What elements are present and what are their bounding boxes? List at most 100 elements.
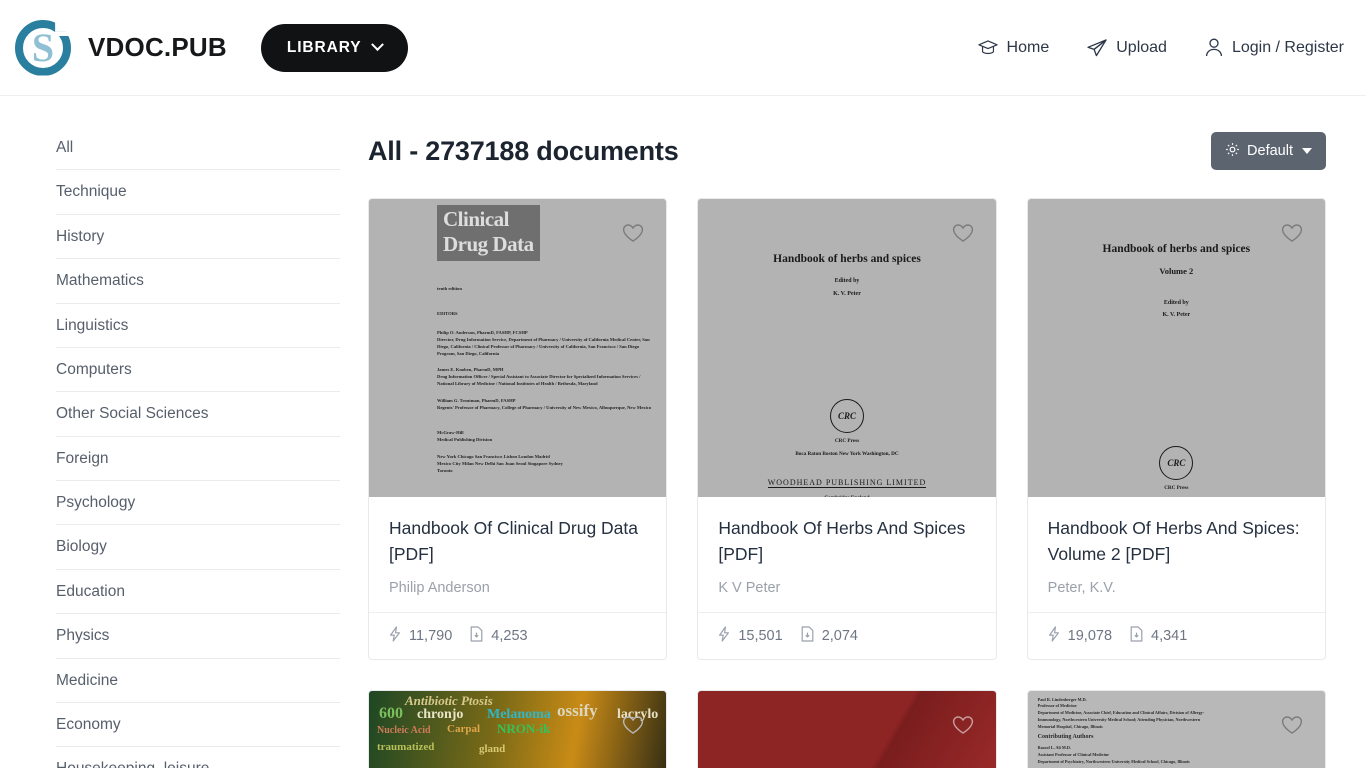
site-header: S VDOC.PUB LIBRARY Home Upload Login / R…	[0, 0, 1366, 96]
thumb-editor: K. V. Peter	[833, 291, 861, 298]
document-stats: 11,790 4,253	[369, 611, 667, 659]
page-layout: All Technique History Mathematics Lingui…	[0, 96, 1366, 768]
file-download-icon	[1130, 625, 1143, 646]
document-card[interactable]: Handbook of herbs and spices Volume 2 Ed…	[1026, 198, 1326, 660]
sidebar-item-all[interactable]: All	[56, 132, 340, 171]
favorite-heart-icon[interactable]	[622, 223, 644, 248]
thumb-band-line2: Drug Data	[443, 231, 534, 256]
thumb-editor2: James E. Knoben, PharmD, MPH	[437, 367, 504, 373]
document-grid-row2: Antibiotic Ptosis 600 chronjo Melanoma o…	[368, 689, 1326, 768]
nav-label-upload: Upload	[1116, 38, 1167, 56]
document-card[interactable]: Paul R. Lindenberger M.D. Professor of M…	[1026, 689, 1326, 768]
nav-label-login-register: Login / Register	[1231, 38, 1344, 56]
category-sidebar: All Technique History Mathematics Lingui…	[0, 96, 340, 768]
thumb-crc-line1: CRC Press	[834, 437, 860, 444]
document-author: Philip Anderson	[389, 579, 490, 596]
sidebar-item-economy[interactable]: Economy	[56, 703, 340, 748]
downloads-stat: 4,341	[1130, 625, 1188, 646]
sidebar-item-mathematics[interactable]: Mathematics	[56, 259, 340, 304]
document-title[interactable]: Handbook Of Herbs And Spices: Volume 2 […	[1048, 515, 1305, 568]
sidebar-item-history[interactable]: History	[56, 215, 340, 260]
sidebar-item-computers[interactable]: Computers	[56, 348, 340, 393]
views-count: 19,078	[1067, 627, 1113, 644]
document-stats: 15,501 2,074	[698, 611, 996, 659]
favorite-heart-icon[interactable]	[952, 223, 974, 248]
favorite-heart-icon[interactable]	[1281, 715, 1303, 740]
brand-logo[interactable]: S VDOC.PUB	[12, 17, 227, 79]
paper-plane-icon	[1087, 38, 1107, 57]
downloads-stat: 4,253	[470, 625, 528, 646]
sidebar-item-linguistics[interactable]: Linguistics	[56, 304, 340, 348]
document-title[interactable]: Handbook Of Clinical Drug Data [PDF]	[389, 515, 646, 568]
document-grid: Clinical Drug Data tenth edition EDITORS…	[368, 198, 1326, 660]
document-card[interactable]: Handbook of herbs and spices Edited by K…	[697, 198, 997, 660]
nav-item-upload[interactable]: Upload	[1087, 39, 1167, 57]
thumb-band-line1: Clinical	[443, 207, 510, 231]
lightning-bolt-icon	[389, 625, 401, 646]
sidebar-item-physics[interactable]: Physics	[56, 614, 340, 659]
thumb-line: Professor of Medicine	[1037, 703, 1077, 709]
page-title: All - 2737188 documents	[368, 135, 679, 166]
thumb-editor1: Philip O. Anderson, PharmD, FASHP, FCSHP	[437, 329, 528, 335]
thumb-line: Assistant Professor of Clinical Medicine	[1037, 751, 1109, 757]
thumb-edited-by: Edited by	[1163, 300, 1189, 306]
thumb-publisher-division: Medical Publishing Division	[437, 436, 493, 442]
vdoc-logo-icon: S	[12, 17, 74, 79]
thumb-editor3: William G. Troutman, PharmD, FASHP	[437, 397, 516, 403]
thumb-editors-label: EDITORS	[437, 310, 458, 316]
sidebar-item-education[interactable]: Education	[56, 570, 340, 615]
brand-name: VDOC.PUB	[88, 32, 227, 62]
document-card[interactable]: Clinical Drug Data tenth edition EDITORS…	[368, 198, 668, 660]
document-card[interactable]: Antibiotic Ptosis 600 chronjo Melanoma o…	[368, 689, 668, 768]
document-thumbnail: Handbook of herbs and spices Volume 2 Ed…	[1027, 199, 1325, 497]
sidebar-item-foreign[interactable]: Foreign	[56, 437, 340, 481]
nav-label-home: Home	[1006, 38, 1050, 56]
logo-letter: S	[31, 24, 55, 70]
nav-item-login-register[interactable]: Login / Register	[1205, 38, 1344, 57]
document-card-body: Handbook Of Herbs And Spices: Volume 2 […	[1028, 497, 1325, 612]
favorite-heart-icon[interactable]	[1281, 223, 1303, 248]
thumb-line: Immunology, Northwestern University Medi…	[1037, 717, 1201, 723]
downloads-count: 4,341	[1151, 627, 1188, 644]
thumb-editor1-lines: Director, Drug Information Service, Depa…	[437, 336, 650, 357]
lightning-bolt-icon	[1048, 625, 1060, 646]
collage-word: NRON-ik	[497, 720, 551, 736]
thumb-editor3-lines: Regents' Professor of Pharmacy, College …	[437, 404, 652, 410]
thumb-title: Handbook of herbs and spices	[1102, 243, 1251, 255]
thumb-cities3: Toronto	[437, 468, 453, 474]
user-icon	[1205, 38, 1223, 57]
favorite-heart-icon[interactable]	[622, 715, 644, 740]
document-stats: 19,078 4,341	[1027, 611, 1325, 659]
chevron-down-icon	[371, 38, 385, 52]
document-author: Peter, K.V.	[1047, 579, 1116, 596]
file-download-icon	[470, 625, 483, 646]
document-card-body: Handbook Of Clinical Drug Data [PDF] Phi…	[369, 497, 666, 612]
crc-logo-icon: CRC	[829, 398, 864, 433]
main-content: All - 2737188 documents Default Clinical…	[340, 96, 1342, 768]
sidebar-item-psychology[interactable]: Psychology	[56, 481, 340, 526]
main-header-row: All - 2737188 documents Default	[368, 132, 1326, 170]
thumb-edition: tenth edition	[437, 285, 462, 291]
sidebar-item-housekeeping-leisure[interactable]: Housekeeping, leisure	[56, 747, 340, 768]
thumb-crc-line2: Boca Raton Boston New York Washington, D…	[795, 450, 899, 457]
document-card-body: Handbook Of Herbs And Spices [PDF] K V P…	[698, 497, 995, 612]
nav-item-home[interactable]: Home	[977, 38, 1050, 57]
crc-logo-icon: CRC	[1159, 445, 1194, 480]
library-button[interactable]: LIBRARY	[260, 23, 409, 72]
document-thumbnail: Handbook of herbs and spices Edited by K…	[698, 199, 996, 497]
document-thumbnail: Antibiotic Ptosis 600 chronjo Melanoma o…	[369, 690, 667, 768]
sort-default-button[interactable]: Default	[1211, 132, 1326, 170]
document-title[interactable]: Handbook Of Herbs And Spices [PDF]	[718, 515, 975, 568]
document-card[interactable]	[697, 689, 997, 768]
thumb-line: Rasool L. Ali M.D.	[1037, 745, 1071, 750]
views-stat: 15,501	[718, 625, 783, 646]
thumb-woodhead-sub: Cambridge England	[712, 494, 981, 497]
downloads-count: 4,253	[491, 627, 528, 644]
thumb-volume: Volume 2	[1159, 266, 1194, 276]
sidebar-item-other-social-sciences[interactable]: Other Social Sciences	[56, 392, 340, 437]
sidebar-item-medicine[interactable]: Medicine	[56, 659, 340, 703]
sidebar-item-technique[interactable]: Technique	[56, 170, 340, 215]
favorite-heart-icon[interactable]	[952, 715, 974, 740]
sidebar-item-biology[interactable]: Biology	[56, 525, 340, 570]
thumb-line: Department of Medicine, Associate Chief,…	[1037, 710, 1205, 716]
